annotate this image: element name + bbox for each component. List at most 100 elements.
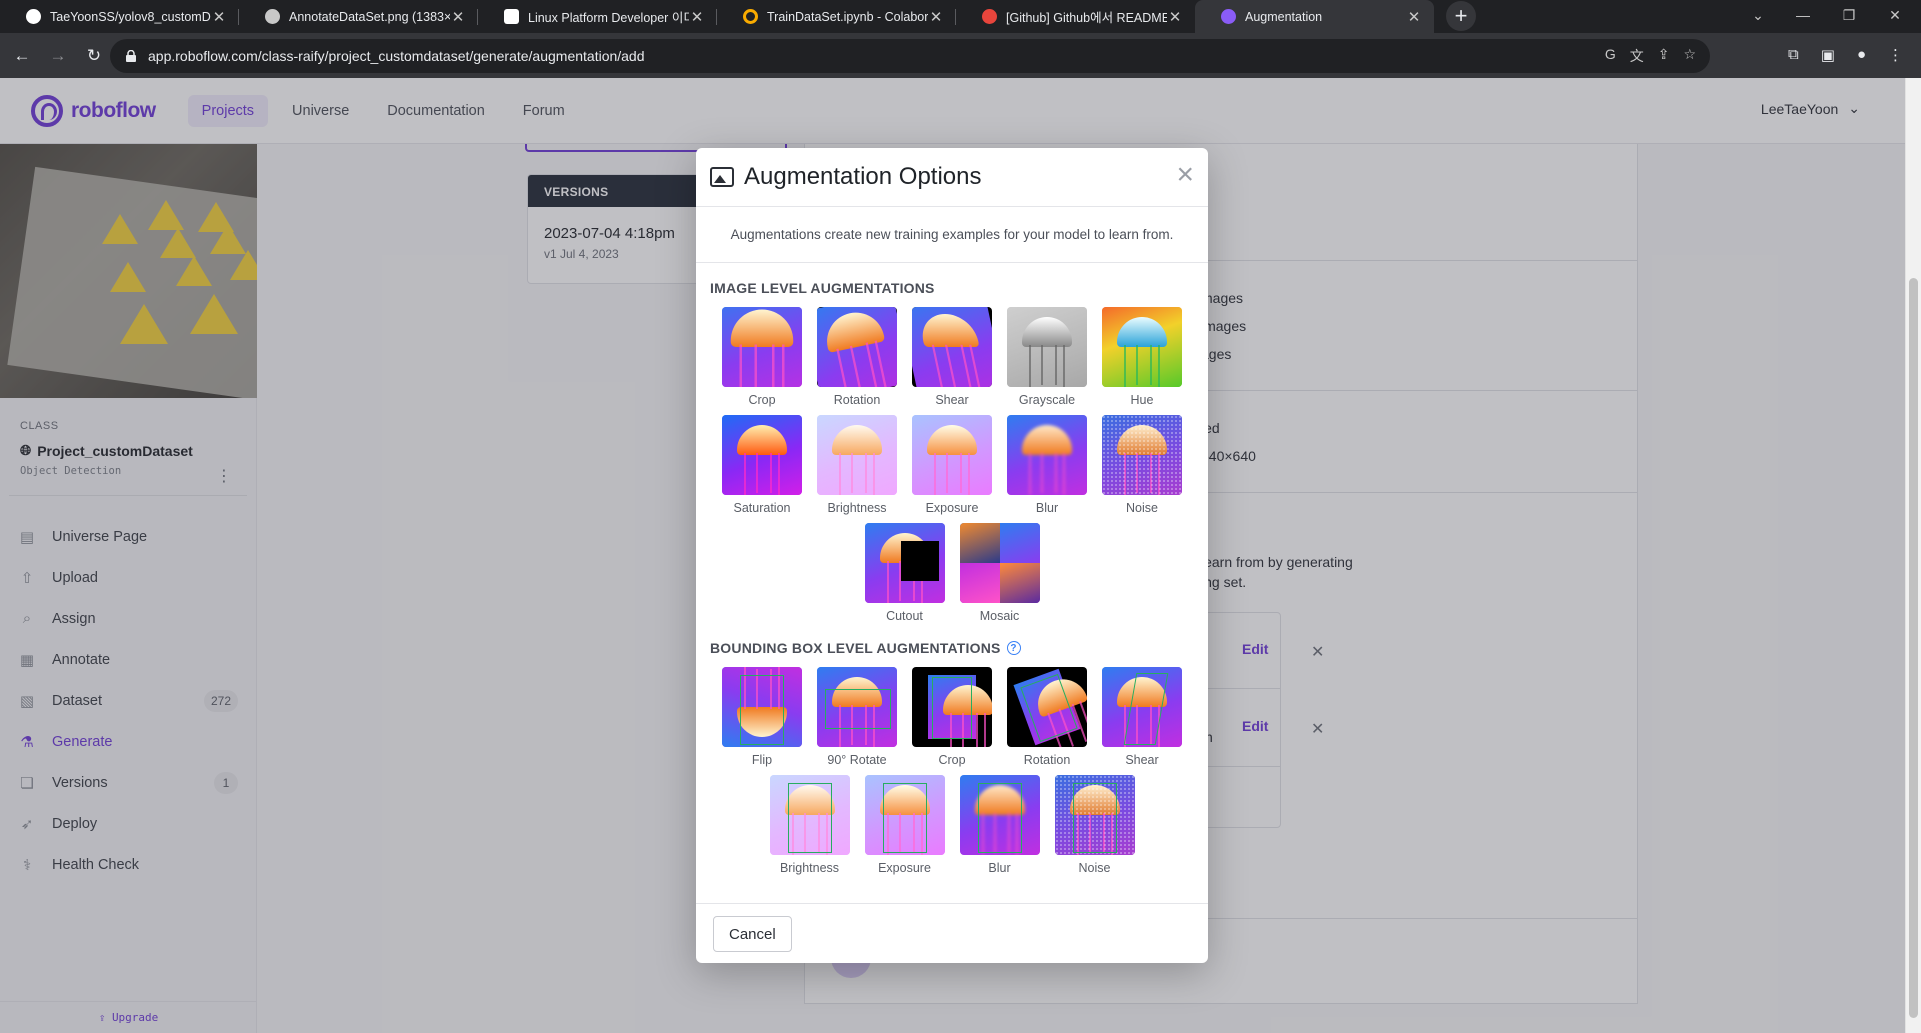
back-icon[interactable]: ← — [8, 42, 36, 70]
new-tab-button[interactable]: + — [1446, 1, 1476, 31]
augmentation-option-bb-exposure[interactable]: Exposure — [864, 775, 945, 876]
augmentation-option-exposure[interactable]: Exposure — [912, 415, 992, 516]
augmentation-option-bb-noise[interactable]: Noise — [1054, 775, 1135, 876]
cancel-button[interactable]: Cancel — [713, 916, 792, 952]
augmentation-label: Shear — [935, 393, 969, 407]
augmentation-option-bb-flip[interactable]: Flip — [722, 667, 802, 768]
share-icon[interactable]: ⇪ — [1658, 46, 1670, 66]
augmentation-option-hue[interactable]: Hue — [1102, 307, 1182, 408]
augmentation-option-saturation[interactable]: Saturation — [722, 415, 802, 516]
augmentation-label: Rotation — [833, 393, 881, 407]
augmentation-preview-image — [817, 307, 897, 387]
forward-icon[interactable]: → — [44, 42, 72, 70]
side-panel-icon[interactable]: ▣ — [1821, 46, 1835, 64]
menu-icon[interactable]: ⋮ — [1888, 46, 1903, 64]
augmentation-label: Exposure — [925, 501, 979, 515]
bounding-box — [977, 783, 1022, 853]
augmentation-option-noise[interactable]: Noise — [1102, 415, 1182, 516]
augmentation-preview-image — [912, 415, 992, 495]
close-tab-icon[interactable]: ✕ — [928, 8, 944, 26]
augmentation-option-bb-brightness[interactable]: Brightness — [769, 775, 850, 876]
augmentation-label: Blur — [988, 861, 1011, 875]
browser-tab-strip: TaeYoonSS/yolov8_customData ✕ AnnotateDa… — [0, 0, 1921, 33]
google-icon[interactable]: G — [1605, 46, 1616, 66]
address-bar[interactable]: app.roboflow.com/class-raify/project_cus… — [110, 39, 1710, 73]
augmentation-preview-image — [864, 775, 945, 855]
modal-description: Augmentations create new training exampl… — [696, 207, 1208, 263]
augmentation-preview-image — [864, 523, 945, 603]
augmentation-option-blur[interactable]: Blur — [1007, 415, 1087, 516]
augmentation-preview-image — [1102, 667, 1182, 747]
translate-icon[interactable]: 文 — [1630, 46, 1644, 66]
augmentation-label: Rotation — [1023, 753, 1071, 767]
augmentation-label: Shear — [1125, 753, 1159, 767]
augmentation-preview-image — [769, 775, 850, 855]
browser-tab-active[interactable]: Augmentation ✕ — [1195, 0, 1434, 33]
augmentation-preview-image — [959, 523, 1040, 603]
browser-tab[interactable]: Linux Platform Developer 이디 ✕ — [478, 0, 717, 33]
browser-toolbar: ← → ↻ app.roboflow.com/class-raify/proje… — [0, 33, 1921, 78]
augmentation-option-shear[interactable]: Shear — [912, 307, 992, 408]
augmentation-preview-image — [722, 667, 802, 747]
close-tab-icon[interactable]: ✕ — [1406, 8, 1422, 26]
reload-icon[interactable]: ↻ — [80, 42, 108, 70]
tab-title: Augmentation — [1245, 9, 1323, 24]
bounding-box — [740, 675, 784, 745]
close-tab-icon[interactable]: ✕ — [211, 8, 227, 26]
image-level-title: IMAGE LEVEL AUGMENTATIONS — [710, 280, 935, 296]
augmentation-options-modal: Augmentation Options × Augmentations cre… — [696, 148, 1208, 963]
close-tab-icon[interactable]: ✕ — [1167, 8, 1183, 26]
browser-tab[interactable]: [Github] Github에서 README. ✕ — [956, 0, 1195, 33]
close-window-icon[interactable]: ✕ — [1872, 0, 1918, 30]
augmentation-preview-image — [1007, 307, 1087, 387]
browser-tab[interactable]: TrainDataSet.ipynb - Colaborat ✕ — [717, 0, 956, 33]
augmentation-label: Hue — [1130, 393, 1154, 407]
minimize-icon[interactable]: — — [1780, 0, 1826, 30]
profile-icon[interactable]: ● — [1857, 46, 1866, 64]
augmentation-option-crop[interactable]: Crop — [722, 307, 802, 408]
augmentation-option-mosaic[interactable]: Mosaic — [959, 523, 1040, 624]
augmentation-option-cutout[interactable]: Cutout — [864, 523, 945, 624]
augmentation-option-grayscale[interactable]: Grayscale — [1007, 307, 1087, 408]
augmentation-option-bb-rotation[interactable]: Rotation — [1007, 667, 1087, 768]
browser-tab[interactable]: AnnotateDataSet.png (1383×8 ✕ — [239, 0, 478, 33]
tab-title: AnnotateDataSet.png (1383×8 — [289, 9, 450, 24]
page-scrollbar[interactable] — [1905, 78, 1921, 1033]
augmentation-label: Grayscale — [1018, 393, 1076, 407]
modal-title: Augmentation Options — [744, 163, 982, 190]
augmentation-preview-image — [817, 415, 897, 495]
notion-favicon-icon — [504, 9, 519, 24]
restore-icon[interactable]: ❐ — [1826, 0, 1872, 30]
tab-title: [Github] Github에서 README. — [1006, 11, 1167, 25]
extensions-icon[interactable]: ⧉ — [1788, 46, 1799, 64]
augmentation-row: Crop Rotation Shear Grayscale Hue — [696, 307, 1208, 408]
augmentation-preview-image — [959, 775, 1040, 855]
augmentation-preview-image — [1007, 667, 1087, 747]
url-text: app.roboflow.com/class-raify/project_cus… — [148, 48, 645, 64]
close-tab-icon[interactable]: ✕ — [689, 8, 705, 26]
augmentation-label: Noise — [1126, 501, 1158, 515]
augmentation-preview-image — [1007, 415, 1087, 495]
augmentation-label: Mosaic — [979, 609, 1020, 623]
augmentation-option-bb-rotate90[interactable]: 90° Rotate — [817, 667, 897, 768]
bounding-box — [882, 783, 927, 853]
augmentation-option-bb-blur[interactable]: Blur — [959, 775, 1040, 876]
bookmark-star-icon[interactable]: ☆ — [1683, 46, 1696, 66]
augmentation-preview-image — [912, 667, 992, 747]
augmentation-label: Blur — [1035, 501, 1059, 515]
bounding-box — [787, 783, 832, 853]
close-tab-icon[interactable]: ✕ — [450, 8, 466, 26]
browser-tab[interactable]: TaeYoonSS/yolov8_customData ✕ — [0, 0, 239, 33]
close-icon[interactable]: × — [1176, 160, 1194, 190]
augmentation-label: Brightness — [827, 501, 887, 515]
help-icon[interactable]: ? — [1006, 641, 1021, 655]
bbox-level-title: BOUNDING BOX LEVEL AUGMENTATIONS ? — [696, 640, 1208, 656]
lock-icon — [126, 50, 136, 62]
augmentation-option-bb-crop[interactable]: Crop — [912, 667, 992, 768]
augmentation-option-bb-shear[interactable]: Shear — [1102, 667, 1182, 768]
augmentation-option-brightness[interactable]: Brightness — [817, 415, 897, 516]
augmentation-preview-image — [817, 667, 897, 747]
tab-search-icon[interactable]: ⌄ — [1735, 0, 1781, 30]
augmentation-row: Saturation Brightness Exposure Blur Noise — [696, 415, 1208, 516]
augmentation-option-rotation[interactable]: Rotation — [817, 307, 897, 408]
